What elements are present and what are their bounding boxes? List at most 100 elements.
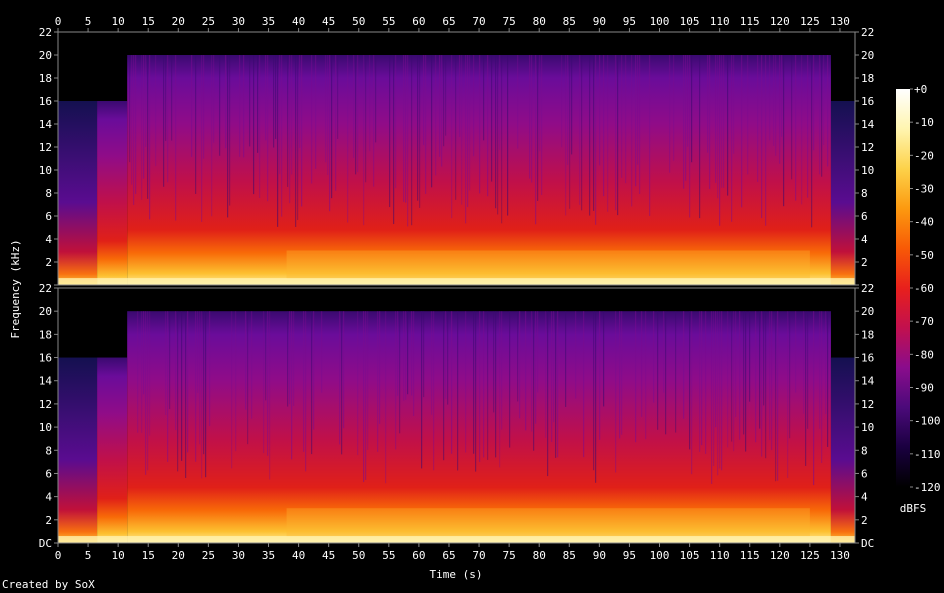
y-tick-label-right: 12 xyxy=(861,141,874,154)
y-tick-label-left: 6 xyxy=(45,210,52,223)
y-tick-label-right: DC xyxy=(861,537,874,550)
x-tick-label-bottom: 100 xyxy=(650,549,670,562)
y-tick-label-left: 22 xyxy=(39,26,52,39)
x-tick-label-bottom: 0 xyxy=(55,549,62,562)
x-tick-label-bottom: 120 xyxy=(770,549,790,562)
x-tick-label-top: 100 xyxy=(650,15,670,28)
x-tick-label-top: 80 xyxy=(533,15,546,28)
y-tick-label-right: 10 xyxy=(861,421,874,434)
spectral-band xyxy=(58,357,98,543)
x-tick-label-bottom: 10 xyxy=(112,549,125,562)
x-tick-label-top: 65 xyxy=(442,15,455,28)
y-tick-label-left: 10 xyxy=(39,421,52,434)
y-tick-label-right: 6 xyxy=(861,210,868,223)
y-tick-label-left: 18 xyxy=(39,72,52,85)
x-tick-label-top: 30 xyxy=(232,15,245,28)
y-tick-label-left: 2 xyxy=(45,256,52,269)
y-tick-label-left: 22 xyxy=(39,282,52,295)
colorbar: +0 -10 -20 -30 -40 -50 -60 -70 -80 -90 -100 -110 -12… xyxy=(896,83,941,494)
x-tick-label-top: 70 xyxy=(472,15,485,28)
x-tick-label-top: 95 xyxy=(623,15,636,28)
y-tick-label-left: 20 xyxy=(39,305,52,318)
y-tick-label-right: 20 xyxy=(861,49,874,62)
y-tick-label-right: 14 xyxy=(861,375,875,388)
x-tick-label-bottom: 75 xyxy=(503,549,516,562)
colorbar-tick-label: -60 xyxy=(914,282,934,295)
x-tick-label-top: 130 xyxy=(830,15,850,28)
x-tick-label-top: 45 xyxy=(322,15,335,28)
y-tick-label-left: 20 xyxy=(39,49,52,62)
colorbar-tick-label: -70 xyxy=(914,315,934,328)
colorbar-tick-label: -10 xyxy=(914,116,934,129)
x-tick-label-bottom: 55 xyxy=(382,549,395,562)
x-tick-label-top: 5 xyxy=(85,15,92,28)
x-tick-label-bottom: 70 xyxy=(472,549,485,562)
x-tick-label-top: 110 xyxy=(710,15,730,28)
x-tick-label-top: 50 xyxy=(352,15,365,28)
y-tick-label-left: 2 xyxy=(45,514,52,527)
x-tick-label-bottom: 80 xyxy=(533,549,546,562)
x-tick-label-bottom: 85 xyxy=(563,549,576,562)
y-tick-label-left: 18 xyxy=(39,328,52,341)
x-tick-label-bottom: 5 xyxy=(85,549,92,562)
channel-panel-2 xyxy=(58,288,855,543)
y-tick-label-right: 8 xyxy=(861,187,868,200)
colorbar-tick-label: -90 xyxy=(914,382,934,395)
colorbar-unit-label: dBFS xyxy=(900,502,927,515)
x-tick-label-bottom: 30 xyxy=(232,549,245,562)
x-tick-label-bottom: 90 xyxy=(593,549,606,562)
x-tick-label-top: 25 xyxy=(202,15,215,28)
y-tick-label-right: 10 xyxy=(861,164,874,177)
x-tick-label-bottom: 60 xyxy=(412,549,425,562)
colorbar-tick-label: -120 xyxy=(914,481,941,494)
x-tick-label-top: 90 xyxy=(593,15,606,28)
x-tick-label-bottom: 25 xyxy=(202,549,215,562)
y-tick-label-right: 16 xyxy=(861,352,874,365)
credit-text: Created by SoX xyxy=(2,578,95,591)
colorbar-tick-label: -50 xyxy=(914,249,934,262)
colorbar-tick-label: +0 xyxy=(914,83,927,96)
x-tick-label-top: 105 xyxy=(680,15,700,28)
x-tick-label-bottom: 50 xyxy=(352,549,365,562)
x-tick-label-top: 10 xyxy=(112,15,125,28)
x-axis-label: Time (s) xyxy=(430,568,483,581)
y-tick-label-right: 12 xyxy=(861,398,874,411)
x-tick-label-top: 20 xyxy=(172,15,185,28)
y-tick-label-right: 4 xyxy=(861,233,868,246)
y-tick-label-right: 18 xyxy=(861,328,874,341)
x-tick-label-top: 60 xyxy=(412,15,425,28)
y-tick-label-left: 12 xyxy=(39,141,52,154)
x-tick-label-bottom: 130 xyxy=(830,549,850,562)
y-axis-label: Frequency (kHz) xyxy=(9,239,22,338)
y-tick-label-right: 4 xyxy=(861,491,868,504)
x-tick-label-top: 75 xyxy=(503,15,516,28)
y-tick-label-right: 6 xyxy=(861,467,868,480)
y-tick-label-right: 8 xyxy=(861,444,868,457)
spectral-band xyxy=(58,101,98,285)
x-tick-label-bottom: 125 xyxy=(800,549,820,562)
x-tick-label-top: 55 xyxy=(382,15,395,28)
y-tick-label-right: 2 xyxy=(861,256,868,269)
y-tick-label-right: 16 xyxy=(861,95,874,108)
y-tick-label-left: 16 xyxy=(39,95,52,108)
x-tick-label-bottom: 20 xyxy=(172,549,185,562)
y-tick-label-right: 18 xyxy=(861,72,874,85)
y-tick-label-left: 8 xyxy=(45,444,52,457)
y-tick-label-right: 2 xyxy=(861,514,868,527)
spectral-band xyxy=(830,357,855,543)
spectral-band xyxy=(830,101,855,285)
y-tick-label-left: 14 xyxy=(39,375,53,388)
colorbar-tick-label: -100 xyxy=(914,415,941,428)
x-tick-label-top: 85 xyxy=(563,15,576,28)
colorbar-tick-label: -80 xyxy=(914,348,934,361)
x-tick-label-bottom: 95 xyxy=(623,549,636,562)
x-tick-label-top: 120 xyxy=(770,15,790,28)
y-tick-label-left: 10 xyxy=(39,164,52,177)
y-tick-label-left: 8 xyxy=(45,187,52,200)
x-tick-label-top: 125 xyxy=(800,15,820,28)
spectral-band xyxy=(97,357,128,543)
x-tick-label-top: 40 xyxy=(292,15,305,28)
y-tick-label-left: DC xyxy=(39,537,52,550)
y-tick-label-left: 6 xyxy=(45,467,52,480)
y-tick-label-left: 4 xyxy=(45,233,52,246)
